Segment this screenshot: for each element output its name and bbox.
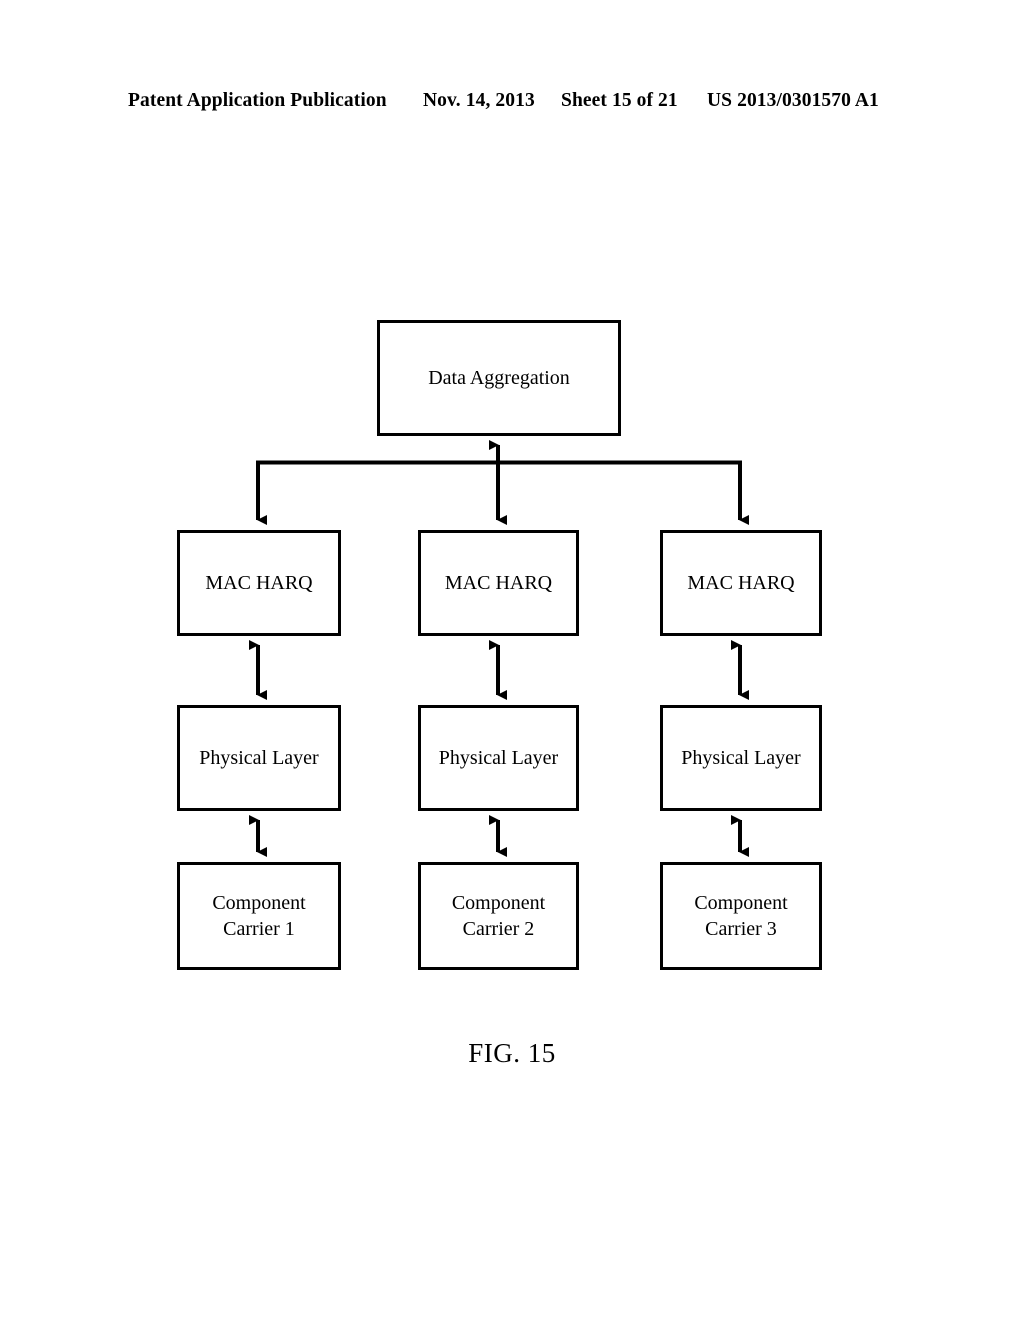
node-mac-harq-1: MAC HARQ: [177, 530, 341, 636]
node-component-carrier-1: Component Carrier 1: [177, 862, 341, 970]
node-mac-harq-2-label: MAC HARQ: [444, 572, 553, 594]
node-component-carrier-1-label-line2: Carrier 1: [223, 918, 295, 940]
node-component-carrier-3-label: Component Carrier 3: [688, 890, 793, 942]
node-data-aggregation-label: Data Aggregation: [428, 367, 570, 389]
node-component-carrier-1-label-line1: Component: [212, 892, 306, 914]
patent-figure-diagram: Data Aggregation MAC HARQ MAC HARQ MAC H…: [0, 0, 1024, 1320]
node-physical-layer-3-label: Physical Layer: [681, 747, 801, 769]
node-mac-harq-1-label: MAC HARQ: [205, 572, 313, 594]
node-physical-layer-1: Physical Layer: [177, 705, 341, 811]
node-component-carrier-2: Component Carrier 2: [418, 862, 579, 970]
node-physical-layer-2-label: Physical Layer: [438, 747, 559, 769]
node-physical-layer-2: Physical Layer: [418, 705, 579, 811]
node-component-carrier-3: Component Carrier 3: [660, 862, 822, 970]
node-mac-harq-3: MAC HARQ: [660, 530, 822, 636]
node-mac-harq-3-label: MAC HARQ: [687, 572, 795, 594]
node-component-carrier-2-label-line1: Component: [451, 892, 546, 914]
node-mac-harq-2: MAC HARQ: [418, 530, 579, 636]
node-component-carrier-2-label: Component Carrier 2: [446, 890, 551, 942]
figure-caption: FIG. 15: [468, 1038, 556, 1068]
node-physical-layer-3: Physical Layer: [660, 705, 822, 811]
node-component-carrier-3-label-line1: Component: [694, 892, 788, 914]
node-data-aggregation: Data Aggregation: [377, 320, 621, 436]
node-physical-layer-1-label: Physical Layer: [199, 747, 319, 769]
node-component-carrier-1-label: Component Carrier 1: [206, 890, 311, 942]
node-component-carrier-3-label-line2: Carrier 3: [705, 918, 777, 940]
node-component-carrier-2-label-line2: Carrier 2: [462, 918, 535, 940]
diagram-connectors-layer: [249, 440, 749, 857]
